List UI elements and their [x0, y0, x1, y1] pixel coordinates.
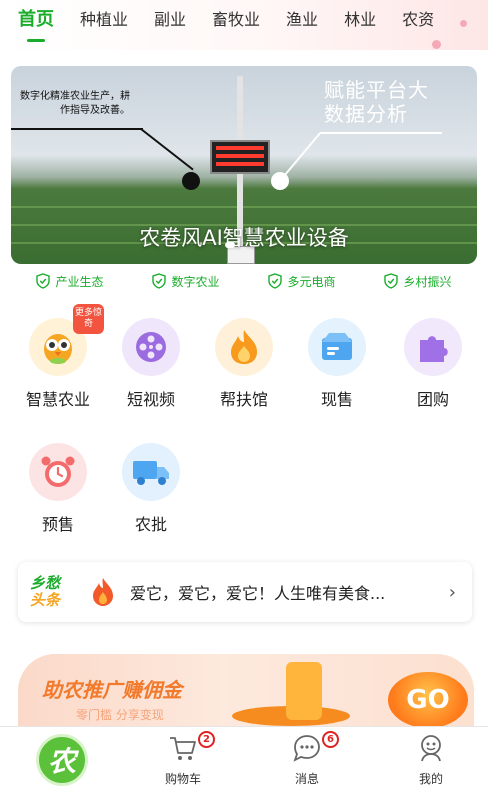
banner-caption: 农卷风AI智慧农业设备 [139, 226, 349, 250]
truck-icon [122, 443, 180, 501]
logo-line-1: 乡愁 [30, 574, 61, 592]
feature-item: 产业生态 [36, 271, 104, 291]
grid-item-support-hall[interactable]: 帮扶馆 [199, 318, 289, 410]
tab-profile-label: 我的 [418, 772, 443, 786]
feature-strip: 产业生态 数字农业 多元电商 乡村振兴 [0, 271, 488, 291]
grid-item-in-stock[interactable]: 现售 [292, 318, 382, 410]
box-icon [308, 318, 366, 376]
film-reel-icon [122, 318, 180, 376]
feature-label: 数字农业 [171, 274, 220, 289]
owl-icon: 更多惊奇 [29, 304, 104, 376]
led-display-panel [210, 140, 270, 174]
callout-line-left [11, 128, 143, 130]
phone-graphic [286, 662, 322, 720]
grid-item-label: 现售 [320, 390, 353, 409]
puzzle-icon [404, 318, 462, 376]
grid-item-wholesale[interactable]: 农批 [106, 443, 196, 535]
grid-item-group-buy[interactable]: 团购 [388, 318, 478, 410]
tab-cart-label: 购物车 [164, 772, 201, 786]
tab-sideline[interactable]: 副业 [154, 0, 186, 50]
grid-item-label: 智慧农业 [25, 390, 90, 409]
promo-title: 助农推广赚佣金 [42, 678, 182, 702]
callout-dot-left [182, 172, 200, 190]
callout-line-left [140, 128, 194, 171]
shield-check-icon [36, 273, 51, 289]
headline-ticker[interactable]: 乡愁 头条 爱它，爱它，爱它！人生唯有美食... › [18, 562, 472, 622]
grid-item-label: 农批 [134, 515, 167, 534]
banner-left-text: 数字化精准农业生产，耕作指导及改善。 [20, 91, 130, 116]
profile-icon [421, 735, 441, 762]
home-tab-button[interactable]: 农 [36, 734, 88, 786]
headline-text: 爱它，爱它，爱它！人生唯有美食... [130, 584, 386, 603]
grid-item-presale[interactable]: 预售 [13, 443, 103, 535]
feature-item: 乡村振兴 [384, 271, 452, 291]
flame-icon [215, 318, 273, 376]
shield-check-icon [152, 273, 167, 289]
promo-banner[interactable]: 助农推广赚佣金 零门槛 分享变现 GO [18, 654, 474, 728]
carousel-indicator [225, 242, 235, 248]
feature-label: 产业生态 [55, 274, 104, 289]
hot-flame-icon [93, 578, 113, 606]
grid-item-short-video[interactable]: 短视频 [106, 318, 196, 410]
grid-item-label: 帮扶馆 [219, 390, 268, 409]
grid-item-smart-agriculture[interactable]: 更多惊奇 智慧农业 [13, 304, 104, 410]
banner-right-text: 赋能平台大数据分析 [324, 78, 429, 126]
xiangchou-headline-logo: 乡愁 头条 [30, 575, 80, 609]
messages-count-badge: 6 [322, 731, 339, 748]
tab-messages-label: 消息 [294, 772, 319, 786]
tab-planting[interactable]: 种植业 [80, 0, 128, 50]
category-tab-bar: 首页 种植业 副业 畜牧业 渔业 林业 农资 [0, 0, 488, 50]
chat-bubble-icon [293, 735, 320, 762]
alarm-clock-icon [29, 443, 87, 501]
tab-home[interactable]: 首页 [18, 0, 54, 50]
grid-item-label: 预售 [41, 515, 74, 534]
promo-subtitle: 零门槛 分享变现 [76, 708, 164, 722]
chevron-right-icon[interactable]: › [449, 582, 456, 603]
tab-livestock[interactable]: 畜牧业 [212, 0, 260, 50]
feature-item: 多元电商 [268, 271, 336, 291]
shield-check-icon [384, 273, 399, 289]
feature-item: 数字农业 [152, 271, 220, 291]
go-button[interactable]: GO [388, 672, 468, 728]
blossom-decoration [432, 40, 441, 49]
grid-item-label: 团购 [416, 390, 449, 409]
tab-fishery[interactable]: 渔业 [286, 0, 318, 50]
cart-icon [170, 737, 196, 760]
feature-label: 乡村振兴 [403, 274, 452, 289]
callout-dot-right [271, 172, 289, 190]
callout-line-right [320, 132, 442, 134]
more-surprises-badge: 更多惊奇 [73, 304, 104, 334]
logo-line-2: 头条 [30, 591, 61, 609]
blossom-decoration [460, 20, 467, 27]
shield-check-icon [268, 273, 283, 289]
hero-banner[interactable]: 数字化精准农业生产，耕作指导及改善。 赋能平台大数据分析 农卷风AI智慧农业设备 [11, 66, 477, 264]
tab-agri-supplies[interactable]: 农资 [402, 0, 434, 50]
grid-item-label: 短视频 [126, 390, 175, 409]
tab-forestry[interactable]: 林业 [344, 0, 376, 50]
feature-label: 多元电商 [287, 274, 336, 289]
field-row [11, 206, 477, 208]
cart-count-badge: 2 [198, 731, 215, 748]
